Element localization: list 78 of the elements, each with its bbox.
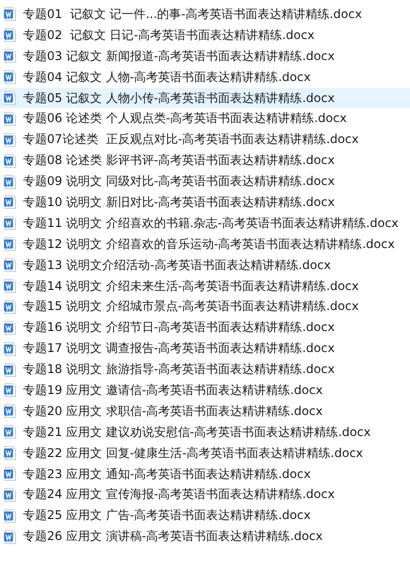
file-name: 专题07论述类 正反观点对比-高考英语书面表达精讲精练.docx xyxy=(23,131,359,148)
file-name: 专题12 说明文 介绍喜欢的音乐运动-高考英语书面表达精讲精练.docx xyxy=(23,236,395,253)
file-name: 专题18 说明文 旅游指导-高考英语书面表达精讲精练.docx xyxy=(23,361,335,378)
file-name: 专题21 应用文 建议劝说安慰信-高考英语书面表达精讲精练.docx xyxy=(23,424,371,441)
file-item[interactable]: 专题14 说明文 介绍未来生活-高考英语书面表达精讲精练.docx xyxy=(0,276,410,296)
file-item[interactable]: 专题20 应用文 求职信-高考英语书面表达精讲精练.docx xyxy=(0,400,410,422)
file-item[interactable]: 专题23 应用文 通知-高考英语书面表达精讲精练.docx xyxy=(0,464,410,484)
file-item[interactable]: 专题11 说明文 介绍喜欢的书籍.杂志-高考英语书面表达精讲精练.docx xyxy=(0,212,410,234)
document-icon xyxy=(4,530,16,544)
file-item[interactable]: 专题01 记叙文 记一件...的事-高考英语书面表达精讲精练.docx xyxy=(0,4,410,25)
document-icon xyxy=(4,49,16,64)
file-name: 专题02 记叙文 日记-高考英语书面表达精讲精练.docx xyxy=(23,26,315,44)
file-item[interactable]: 专题07论述类 正反观点对比-高考英语书面表达精讲精练.docx xyxy=(0,129,410,150)
file-name: 专题20 应用文 求职信-高考英语书面表达精讲精练.docx xyxy=(23,402,323,420)
file-item[interactable]: 专题06 论述类 个人观点类-高考英语书面表达精讲精练.docx xyxy=(0,108,410,130)
document-icon xyxy=(4,488,16,502)
file-name: 专题15 说明文 介绍城市景点-高考英语书面表达精讲精练.docx xyxy=(23,298,359,316)
document-icon xyxy=(4,258,16,272)
document-icon xyxy=(4,7,16,22)
file-name: 专题10 说明文 新旧对比-高考英语书面表达精讲精练.docx xyxy=(23,194,335,211)
file-item[interactable]: 专题10 说明文 新旧对比-高考英语书面表达精讲精练.docx xyxy=(0,192,410,213)
document-icon xyxy=(4,508,16,523)
document-icon xyxy=(4,279,16,294)
file-name: 专题13 说明文介绍活动-高考英语书面表达精讲精练.docx xyxy=(23,256,331,274)
file-item[interactable]: 专题24 应用文 宣传海报-高考英语书面表达精讲精练.docx xyxy=(0,484,410,506)
document-icon xyxy=(4,91,16,105)
document-icon xyxy=(4,362,16,377)
document-icon xyxy=(4,70,16,84)
file-name: 专题23 应用文 通知-高考英语书面表达精讲精练.docx xyxy=(23,466,311,483)
file-item[interactable]: 专题17 说明文 调查报告-高考英语书面表达精讲精练.docx xyxy=(0,338,410,360)
file-item[interactable]: 专题25 应用文 广告-高考英语书面表达精讲精练.docx xyxy=(0,505,410,526)
file-item[interactable]: 专题18 说明文 旅游指导-高考英语书面表达精讲精练.docx xyxy=(0,359,410,380)
file-item[interactable]: 专题16 说明文 介绍节日-高考英语书面表达精讲精练.docx xyxy=(0,317,410,338)
file-item[interactable]: 专题05 记叙文 人物小传-高考英语书面表达精讲精练.docx xyxy=(0,88,410,108)
file-name: 专题04 记叙文 人物-高考英语书面表达精讲精练.docx xyxy=(23,68,311,86)
file-item[interactable]: 专题13 说明文介绍活动-高考英语书面表达精讲精练.docx xyxy=(0,254,410,276)
file-name: 专题16 说明文 介绍节日-高考英语书面表达精讲精练.docx xyxy=(23,319,335,336)
document-icon xyxy=(4,195,16,210)
file-name: 专题14 说明文 介绍未来生活-高考英语书面表达精讲精练.docx xyxy=(23,278,359,295)
file-item[interactable]: 专题26 应用文 演讲稿-高考英语书面表达精讲精练.docx xyxy=(0,526,410,548)
file-name: 专题05 记叙文 人物小传-高考英语书面表达精讲精练.docx xyxy=(23,90,335,106)
file-name: 专题03 记叙文 新闻报道-高考英语书面表达精讲精练.docx xyxy=(23,48,335,65)
file-name: 专题19 应用文 邀请信-高考英语书面表达精讲精练.docx xyxy=(23,382,323,399)
document-icon xyxy=(4,404,16,418)
file-name: 专题17 说明文 调查报告-高考英语书面表达精讲精练.docx xyxy=(23,340,335,358)
document-icon xyxy=(4,174,16,189)
file-item[interactable]: 专题12 说明文 介绍喜欢的音乐运动-高考英语书面表达精讲精练.docx xyxy=(0,234,410,255)
file-name: 专题08 论述类 影评书评-高考英语书面表达精讲精练.docx xyxy=(23,152,335,170)
file-item[interactable]: 专题04 记叙文 人物-高考英语书面表达精讲精练.docx xyxy=(0,66,410,88)
document-icon xyxy=(4,342,16,356)
file-name: 专题22 应用文 回复-健康生活-高考英语书面表达精讲精练.docx xyxy=(23,444,364,462)
file-item[interactable]: 专题09 说明文 同级对比-高考英语书面表达精讲精练.docx xyxy=(0,171,410,192)
document-icon xyxy=(4,216,16,230)
file-item[interactable]: 专题21 应用文 建议劝说安慰信-高考英语书面表达精讲精练.docx xyxy=(0,422,410,443)
file-item[interactable]: 专题08 论述类 影评书评-高考英语书面表达精讲精练.docx xyxy=(0,150,410,172)
document-icon xyxy=(4,154,16,168)
document-icon xyxy=(4,467,16,482)
file-name: 专题26 应用文 演讲稿-高考英语书面表达精讲精练.docx xyxy=(23,528,323,546)
file-name: 专题25 应用文 广告-高考英语书面表达精讲精练.docx xyxy=(23,507,311,524)
file-item[interactable]: 专题22 应用文 回复-健康生活-高考英语书面表达精讲精练.docx xyxy=(0,442,410,464)
document-icon xyxy=(4,446,16,460)
document-icon xyxy=(4,320,16,335)
file-item[interactable]: 专题19 应用文 邀请信-高考英语书面表达精讲精练.docx xyxy=(0,380,410,401)
document-icon xyxy=(4,300,16,314)
document-icon xyxy=(4,383,16,398)
file-name: 专题06 论述类 个人观点类-高考英语书面表达精讲精练.docx xyxy=(23,110,347,128)
file-item[interactable]: 专题03 记叙文 新闻报道-高考英语书面表达精讲精练.docx xyxy=(0,46,410,67)
document-icon xyxy=(4,28,16,42)
document-icon xyxy=(4,132,16,147)
document-icon xyxy=(4,425,16,440)
document-icon xyxy=(4,112,16,126)
file-item[interactable]: 专题15 说明文 介绍城市景点-高考英语书面表达精讲精练.docx xyxy=(0,296,410,318)
file-name: 专题01 记叙文 记一件...的事-高考英语书面表达精讲精练.docx xyxy=(23,6,362,23)
document-icon xyxy=(4,237,16,252)
file-name: 专题09 说明文 同级对比-高考英语书面表达精讲精练.docx xyxy=(23,173,335,190)
file-item[interactable]: 专题02 记叙文 日记-高考英语书面表达精讲精练.docx xyxy=(0,24,410,46)
file-name: 专题11 说明文 介绍喜欢的书籍.杂志-高考英语书面表达精讲精练.docx xyxy=(23,214,399,232)
file-name: 专题24 应用文 宣传海报-高考英语书面表达精讲精练.docx xyxy=(23,486,335,504)
